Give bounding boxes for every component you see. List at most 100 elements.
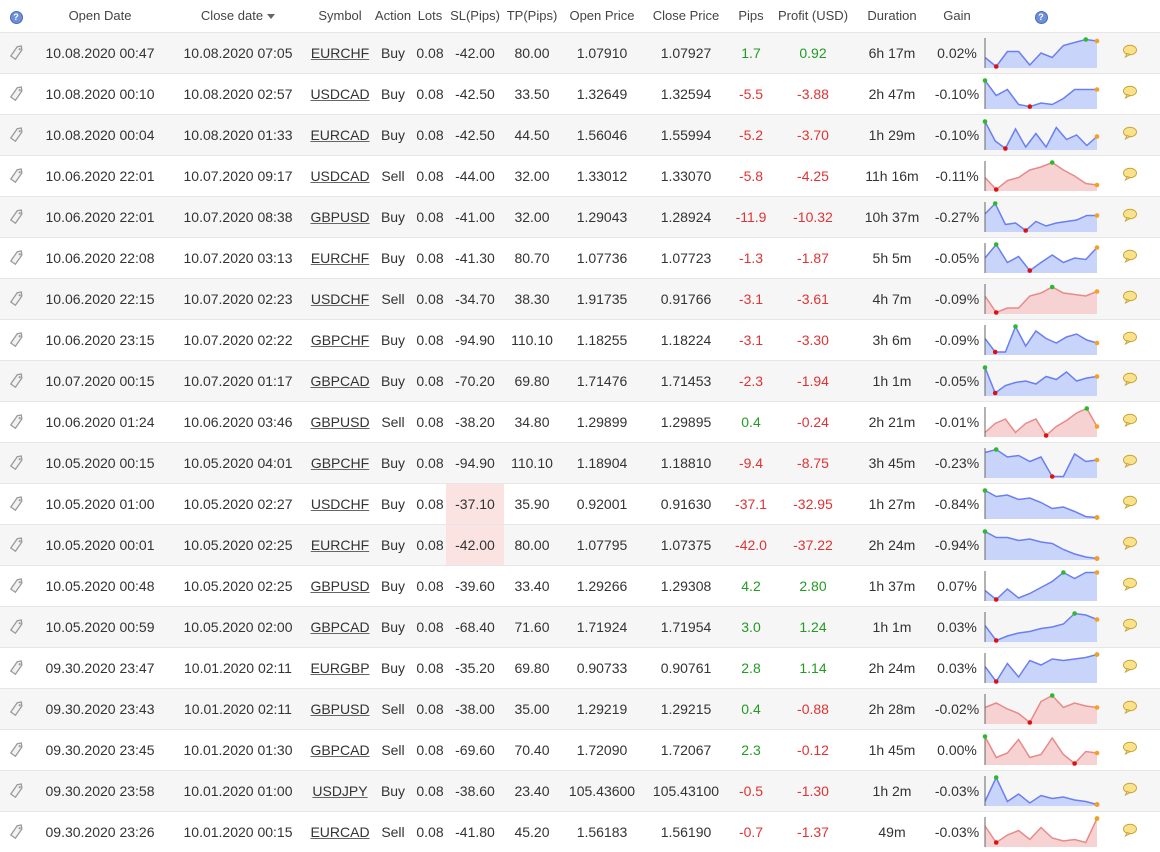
comment-cell[interactable]	[1100, 319, 1160, 360]
profit-sparkline[interactable]	[982, 813, 1100, 851]
profit-sparkline[interactable]	[982, 444, 1100, 482]
tag-cell[interactable]	[0, 319, 32, 360]
comment-cell[interactable]	[1100, 360, 1160, 401]
profit-sparkline[interactable]	[982, 157, 1100, 195]
comment-bubble-icon[interactable]	[1122, 331, 1138, 346]
profit-sparkline[interactable]	[982, 567, 1100, 605]
comment-cell[interactable]	[1100, 688, 1160, 729]
symbol-link[interactable]: EURCHF	[311, 250, 369, 266]
tag-cell[interactable]	[0, 196, 32, 237]
sparkline-cell[interactable]	[982, 196, 1100, 237]
tag-icon[interactable]	[7, 657, 25, 676]
tag-icon[interactable]	[7, 616, 25, 635]
symbol-link[interactable]: GBPUSD	[310, 414, 369, 430]
sparkline-cell[interactable]	[982, 442, 1100, 483]
tag-cell[interactable]	[0, 401, 32, 442]
sparkline-cell[interactable]	[982, 647, 1100, 688]
tag-icon[interactable]	[7, 165, 25, 184]
tag-cell[interactable]	[0, 278, 32, 319]
sparkline-cell[interactable]	[982, 606, 1100, 647]
tag-icon[interactable]	[7, 575, 25, 594]
tag-cell[interactable]	[0, 729, 32, 770]
comment-bubble-icon[interactable]	[1122, 741, 1138, 756]
symbol-link[interactable]: GBPUSD	[310, 578, 369, 594]
tag-icon[interactable]	[7, 329, 25, 348]
sparkline-cell[interactable]	[982, 524, 1100, 565]
comment-bubble-icon[interactable]	[1122, 618, 1138, 633]
comment-cell[interactable]	[1100, 729, 1160, 770]
sparkline-cell[interactable]	[982, 401, 1100, 442]
symbol-link[interactable]: GBPCAD	[310, 619, 369, 635]
tag-icon[interactable]	[7, 780, 25, 799]
sparkline-cell[interactable]	[982, 688, 1100, 729]
symbol-link[interactable]: USDCAD	[310, 86, 369, 102]
tag-icon[interactable]	[7, 821, 25, 840]
comment-cell[interactable]	[1100, 483, 1160, 524]
sparkline-cell[interactable]	[982, 278, 1100, 319]
tag-cell[interactable]	[0, 360, 32, 401]
tag-icon[interactable]	[7, 370, 25, 389]
header-info[interactable]: ?	[0, 0, 32, 32]
tag-icon[interactable]	[7, 83, 25, 102]
header-duration[interactable]: Duration	[852, 0, 932, 32]
comment-bubble-icon[interactable]	[1122, 208, 1138, 223]
comment-cell[interactable]	[1100, 114, 1160, 155]
sparkline-cell[interactable]	[982, 811, 1100, 852]
tag-icon[interactable]	[7, 247, 25, 266]
symbol-link[interactable]: USDCHF	[311, 291, 369, 307]
profit-sparkline[interactable]	[982, 772, 1100, 810]
tag-icon[interactable]	[7, 124, 25, 143]
tag-icon[interactable]	[7, 534, 25, 553]
header-pips[interactable]: Pips	[728, 0, 774, 32]
comment-cell[interactable]	[1100, 811, 1160, 852]
header-sl[interactable]: SL(Pips)	[446, 0, 504, 32]
comment-cell[interactable]	[1100, 647, 1160, 688]
profit-sparkline[interactable]	[982, 116, 1100, 154]
sparkline-cell[interactable]	[982, 155, 1100, 196]
tag-icon[interactable]	[7, 411, 25, 430]
comment-bubble-icon[interactable]	[1122, 454, 1138, 469]
symbol-link[interactable]: USDCAD	[310, 168, 369, 184]
comment-bubble-icon[interactable]	[1122, 700, 1138, 715]
comment-bubble-icon[interactable]	[1122, 659, 1138, 674]
tag-cell[interactable]	[0, 73, 32, 114]
comment-cell[interactable]	[1100, 32, 1160, 73]
sparkline-cell[interactable]	[982, 114, 1100, 155]
symbol-link[interactable]: EURCAD	[310, 127, 369, 143]
tag-cell[interactable]	[0, 237, 32, 278]
sparkline-cell[interactable]	[982, 565, 1100, 606]
sparkline-cell[interactable]	[982, 32, 1100, 73]
symbol-link[interactable]: GBPCAD	[310, 373, 369, 389]
comment-cell[interactable]	[1100, 278, 1160, 319]
header-gain[interactable]: Gain	[932, 0, 982, 32]
comment-cell[interactable]	[1100, 442, 1160, 483]
tag-icon[interactable]	[7, 493, 25, 512]
header-symbol[interactable]: Symbol	[308, 0, 372, 32]
profit-sparkline[interactable]	[982, 239, 1100, 277]
sparkline-cell[interactable]	[982, 770, 1100, 811]
sparkline-cell[interactable]	[982, 360, 1100, 401]
symbol-link[interactable]: EURCAD	[310, 824, 369, 840]
tag-icon[interactable]	[7, 452, 25, 471]
sparkline-cell[interactable]	[982, 483, 1100, 524]
symbol-link[interactable]: EURCHF	[311, 537, 369, 553]
symbol-link[interactable]: GBPCHF	[311, 455, 369, 471]
header-lots[interactable]: Lots	[414, 0, 446, 32]
tag-cell[interactable]	[0, 524, 32, 565]
tag-icon[interactable]	[7, 42, 25, 61]
symbol-link[interactable]: EURGBP	[310, 660, 369, 676]
header-close-date[interactable]: Close date	[168, 0, 308, 32]
tag-cell[interactable]	[0, 114, 32, 155]
header-tp[interactable]: TP(Pips)	[504, 0, 560, 32]
header-profit[interactable]: Profit (USD)	[774, 0, 852, 32]
profit-sparkline[interactable]	[982, 608, 1100, 646]
comment-cell[interactable]	[1100, 73, 1160, 114]
tag-icon[interactable]	[7, 288, 25, 307]
tag-cell[interactable]	[0, 811, 32, 852]
comment-bubble-icon[interactable]	[1122, 536, 1138, 551]
symbol-link[interactable]: GBPCHF	[311, 332, 369, 348]
comment-bubble-icon[interactable]	[1122, 577, 1138, 592]
comment-bubble-icon[interactable]	[1122, 372, 1138, 387]
header-action[interactable]: Action	[372, 0, 414, 32]
profit-sparkline[interactable]	[982, 731, 1100, 769]
